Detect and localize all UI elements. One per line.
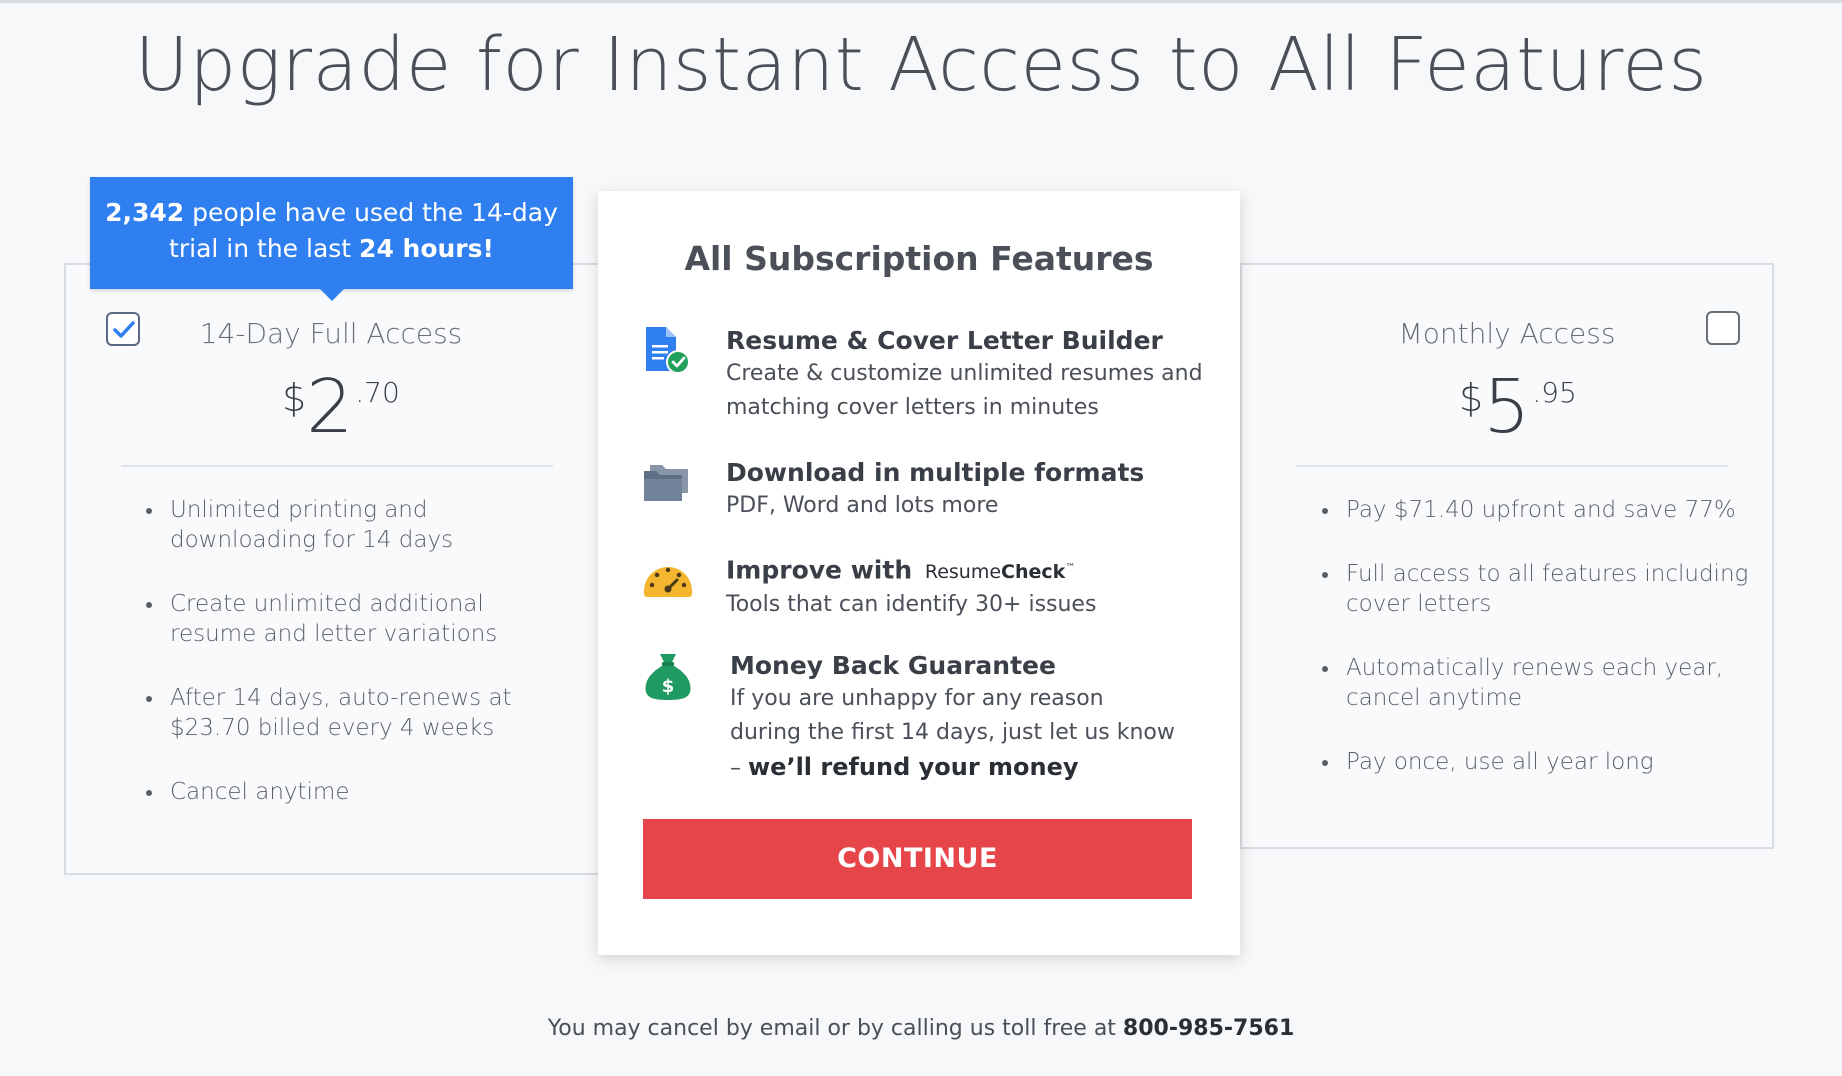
price-main: 5 (1483, 364, 1531, 450)
plan-divider (121, 465, 553, 467)
plan-checkbox-monthly[interactable] (1706, 311, 1740, 345)
plan-bullet: After 14 days, auto-renews at $23.70 bil… (146, 683, 576, 743)
plan-divider (1296, 465, 1728, 467)
continue-button[interactable]: CONTINUE (643, 819, 1192, 899)
plan-bullet: Unlimited printing and downloading for 1… (146, 495, 576, 555)
footer-phone[interactable]: 800-985-7561 (1123, 1016, 1294, 1041)
plan-bullet: Create unlimited additional resume and l… (146, 589, 576, 649)
social-proof-badge: 2,342 people have used the 14-day trial … (90, 177, 573, 289)
feature-title: Improve with ResumeCheck™ (726, 553, 1226, 588)
plan-bullet: Automatically renews each year, cancel a… (1322, 653, 1752, 713)
plan-price: $2.70 (282, 370, 400, 444)
plan-bullets: Unlimited printing and downloading for 1… (146, 495, 576, 841)
plan-bullet: Cancel anytime (146, 777, 576, 807)
price-currency: $ (282, 376, 307, 420)
feature-desc: Tools that can identify 30+ issues (726, 592, 1097, 618)
plan-name: 14-Day Full Access (199, 317, 463, 350)
price-main: 2 (306, 364, 354, 450)
feature-title-text: Improve with (726, 555, 913, 585)
resumecheck-logo: ResumeCheck™ (924, 561, 1076, 584)
top-border (0, 0, 1842, 3)
document-check-icon (646, 327, 690, 374)
plan-name: Monthly Access (1398, 317, 1616, 350)
plan-price: $5.95 (1459, 370, 1577, 444)
plan-bullet: Pay $71.40 upfront and save 77% (1322, 495, 1752, 525)
cancel-info-footer: You may cancel by email or by calling us… (0, 1016, 1842, 1041)
plan-checkbox-14-day[interactable] (106, 312, 140, 346)
speedometer-icon (644, 567, 692, 597)
money-bag-icon: $ (645, 654, 691, 700)
plan-card-monthly[interactable]: Monthly Access $5.95 Pay $71.40 upfront … (1240, 263, 1774, 849)
feature-title: Download in multiple formats (726, 458, 1145, 487)
feature-desc: PDF, Word and lots more (726, 493, 999, 518)
feature-desc: If you are unhappy for any reason during… (730, 686, 1175, 781)
badge-pointer (319, 288, 345, 301)
feature-desc: Create & customize unlimited resumes and… (726, 361, 1203, 420)
feature-title: Resume & Cover Letter Builder (726, 326, 1163, 355)
plan-card-14-day[interactable]: 14-Day Full Access $2.70 Unlimited print… (64, 263, 600, 875)
page-title: Upgrade for Instant Access to All Featur… (134, 22, 1708, 108)
price-currency: $ (1459, 376, 1484, 420)
folder-icon (644, 465, 688, 501)
footer-text: You may cancel by email or by calling us… (547, 1016, 1123, 1041)
badge-count: 2,342 (105, 198, 185, 227)
badge-period: 24 hours! (359, 234, 494, 263)
plan-bullets: Pay $71.40 upfront and save 77% Full acc… (1322, 495, 1752, 811)
feature-title: Money Back Guarantee (730, 651, 1056, 680)
plan-bullet: Full access to all features including co… (1322, 559, 1752, 619)
features-card: All Subscription Features Resume & Cover… (598, 191, 1240, 955)
price-cents: .95 (1532, 376, 1577, 409)
features-heading: All Subscription Features (684, 239, 1154, 278)
svg-text:$: $ (662, 676, 675, 697)
checkmark-icon (113, 321, 135, 338)
price-cents: .70 (355, 376, 400, 409)
feature-desc-emphasis: we’ll refund your money (748, 753, 1079, 781)
plan-bullet: Pay once, use all year long (1322, 747, 1752, 777)
